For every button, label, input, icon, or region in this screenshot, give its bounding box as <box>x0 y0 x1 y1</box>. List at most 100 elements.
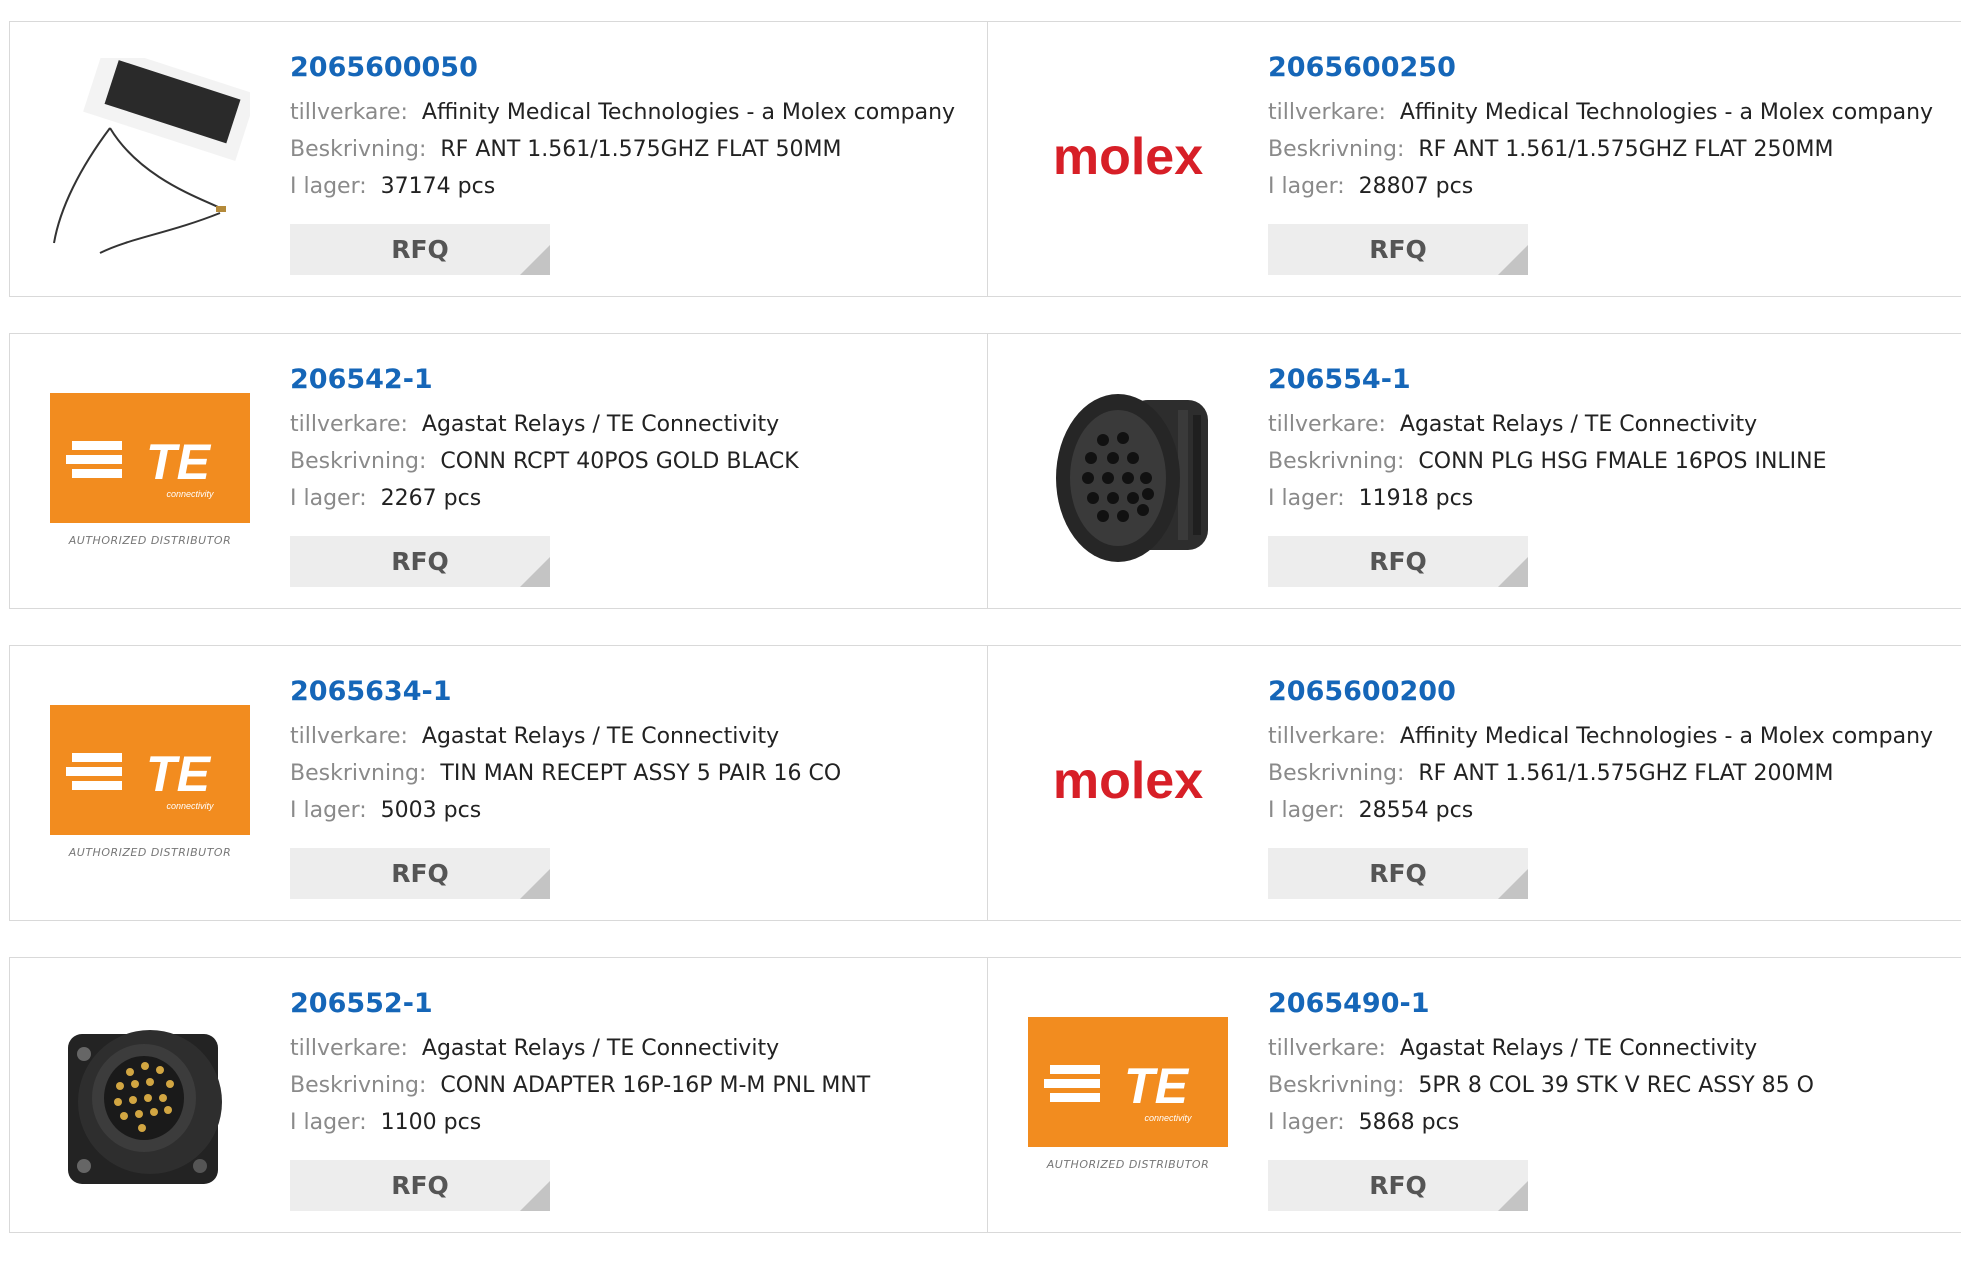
te-logo-text: TE <box>1124 1058 1190 1114</box>
stock-label: I lager: <box>1268 486 1345 511</box>
stock-line: I lager: 1100 pcs <box>290 1104 977 1141</box>
rfq-button-label: RFQ <box>391 547 449 576</box>
product-info: 2065600200 tillverkare: Affinity Medical T… <box>1268 676 1953 829</box>
product-thumbnail <box>1028 370 1228 570</box>
manufacturer-value: Agastat Relays / TE Connectivity <box>421 724 780 749</box>
rfq-button[interactable]: RFQ <box>290 536 550 587</box>
stock-label: I lager: <box>1268 798 1345 823</box>
stock-label: I lager: <box>290 174 367 199</box>
description-label: Beskrivning: <box>1268 449 1405 474</box>
product-thumbnail: molex <box>1028 58 1228 258</box>
stock-label: I lager: <box>1268 1110 1345 1135</box>
rfq-button-label: RFQ <box>391 859 449 888</box>
stock-value: 37174 pcs <box>380 174 496 199</box>
manufacturer-line: tillverkare: Agastat Relays / TE Connecti… <box>290 406 977 443</box>
product-card: TE connectivity AUTHORIZED DISTRIBUTOR 2065… <box>9 645 988 921</box>
rfq-button[interactable]: RFQ <box>1268 224 1528 275</box>
circular-plug-image <box>1056 394 1208 562</box>
product-thumbnail <box>50 58 250 258</box>
product-info: 2065634-1 tillverkare: Agastat Relays / TE… <box>290 676 977 829</box>
te-logo-text: TE <box>146 434 212 490</box>
part-number-link[interactable]: 2065600250 <box>1268 52 1953 84</box>
part-number-link[interactable]: 2065490-1 <box>1268 988 1953 1020</box>
product-row: 2065600050 tillverkare: Affinity Medical T… <box>9 21 1961 297</box>
product-row: TE connectivity AUTHORIZED DISTRIBUTOR 2065… <box>9 333 1961 609</box>
stock-value: 1100 pcs <box>380 1110 482 1135</box>
stock-label: I lager: <box>290 798 367 823</box>
molex-logo: molex <box>1053 752 1203 810</box>
manufacturer-line: tillverkare: Agastat Relays / TE Connecti… <box>1268 1030 1953 1067</box>
corner-fold-icon <box>520 557 550 587</box>
corner-fold-icon <box>1498 869 1528 899</box>
stock-line: I lager: 5003 pcs <box>290 792 977 829</box>
rfq-button-label: RFQ <box>1369 859 1427 888</box>
stock-value: 5003 pcs <box>380 798 482 823</box>
part-number-link[interactable]: 206542-1 <box>290 364 977 396</box>
stock-line: I lager: 5868 pcs <box>1268 1104 1953 1141</box>
manufacturer-line: tillverkare: Affinity Medical Technologie… <box>1268 718 1953 755</box>
description-value: CONN ADAPTER 16P-16P M-M PNL MNT <box>440 1073 871 1098</box>
authorized-distributor-text: AUTHORIZED DISTRIBUTOR <box>68 846 232 859</box>
rfq-button[interactable]: RFQ <box>1268 1160 1528 1211</box>
te-logo-box: TE connectivity <box>50 705 250 835</box>
description-line: Beskrivning: 5PR 8 COL 39 STK V REC ASSY … <box>1268 1067 1953 1104</box>
description-label: Beskrivning: <box>1268 137 1405 162</box>
manufacturer-value: Agastat Relays / TE Connectivity <box>421 412 780 437</box>
part-number-link[interactable]: 2065634-1 <box>290 676 977 708</box>
stock-value: 5868 pcs <box>1358 1110 1460 1135</box>
rfq-button[interactable]: RFQ <box>290 224 550 275</box>
description-value: CONN PLG HSG FMALE 16POS INLINE <box>1418 449 1827 474</box>
part-number-link[interactable]: 2065600050 <box>290 52 977 84</box>
description-value: RF ANT 1.561/1.575GHZ FLAT 50MM <box>440 137 842 162</box>
corner-fold-icon <box>520 869 550 899</box>
manufacturer-label: tillverkare: <box>290 1036 408 1061</box>
stock-value: 28554 pcs <box>1358 798 1474 823</box>
corner-fold-icon <box>1498 1181 1528 1211</box>
product-card: TE connectivity AUTHORIZED DISTRIBUTOR 2065… <box>988 957 1961 1233</box>
rfq-button[interactable]: RFQ <box>1268 536 1528 587</box>
rfq-button[interactable]: RFQ <box>290 848 550 899</box>
description-line: Beskrivning: CONN RCPT 40POS GOLD BLACK <box>290 443 977 480</box>
description-label: Beskrivning: <box>1268 1073 1405 1098</box>
description-label: Beskrivning: <box>290 1073 427 1098</box>
product-thumbnail: TE connectivity AUTHORIZED DISTRIBUTOR <box>1028 994 1228 1194</box>
rfq-button[interactable]: RFQ <box>290 1160 550 1211</box>
product-card: molex 2065600200 tillverkare: Affinity Medi… <box>988 645 1961 921</box>
product-info: 2065600050 tillverkare: Affinity Medical T… <box>290 52 977 205</box>
panel-connector-image <box>68 1030 222 1184</box>
description-line: Beskrivning: TIN MAN RECEPT ASSY 5 PAIR 1… <box>290 755 977 792</box>
product-card: 2065600050 tillverkare: Affinity Medical T… <box>9 21 988 297</box>
te-logo-sub: connectivity <box>166 801 214 811</box>
description-label: Beskrivning: <box>290 449 427 474</box>
part-number-link[interactable]: 2065600200 <box>1268 676 1953 708</box>
product-thumbnail <box>50 994 250 1194</box>
description-line: Beskrivning: RF ANT 1.561/1.575GHZ FLAT 2… <box>1268 131 1953 168</box>
molex-logo-text: molex <box>1053 752 1203 810</box>
part-number-link[interactable]: 206554-1 <box>1268 364 1953 396</box>
authorized-distributor-text: AUTHORIZED DISTRIBUTOR <box>1046 1158 1210 1171</box>
manufacturer-label: tillverkare: <box>290 100 408 125</box>
te-logo-box: TE connectivity <box>50 393 250 523</box>
description-value: 5PR 8 COL 39 STK V REC ASSY 85 O <box>1418 1073 1814 1098</box>
stock-line: I lager: 37174 pcs <box>290 168 977 205</box>
product-card: 206554-1 tillverkare: Agastat Relays / TE … <box>988 333 1961 609</box>
stock-value: 28807 pcs <box>1358 174 1474 199</box>
manufacturer-line: tillverkare: Agastat Relays / TE Connecti… <box>1268 406 1953 443</box>
stock-line: I lager: 28807 pcs <box>1268 168 1953 205</box>
description-value: TIN MAN RECEPT ASSY 5 PAIR 16 CO <box>440 761 842 786</box>
rfq-button-label: RFQ <box>1369 1171 1427 1200</box>
part-number-link[interactable]: 206552-1 <box>290 988 977 1020</box>
manufacturer-value: Agastat Relays / TE Connectivity <box>1399 412 1758 437</box>
manufacturer-value: Agastat Relays / TE Connectivity <box>1399 1036 1758 1061</box>
stock-label: I lager: <box>290 486 367 511</box>
description-line: Beskrivning: RF ANT 1.561/1.575GHZ FLAT 2… <box>1268 755 1953 792</box>
corner-fold-icon <box>520 1181 550 1211</box>
description-value: RF ANT 1.561/1.575GHZ FLAT 200MM <box>1418 761 1834 786</box>
manufacturer-line: tillverkare: Affinity Medical Technologie… <box>1268 94 1953 131</box>
product-info: 2065490-1 tillverkare: Agastat Relays / TE… <box>1268 988 1953 1141</box>
molex-logo: molex <box>1053 128 1203 186</box>
stock-label: I lager: <box>290 1110 367 1135</box>
description-label: Beskrivning: <box>290 761 427 786</box>
rfq-button[interactable]: RFQ <box>1268 848 1528 899</box>
te-logo-text: TE <box>146 746 212 802</box>
